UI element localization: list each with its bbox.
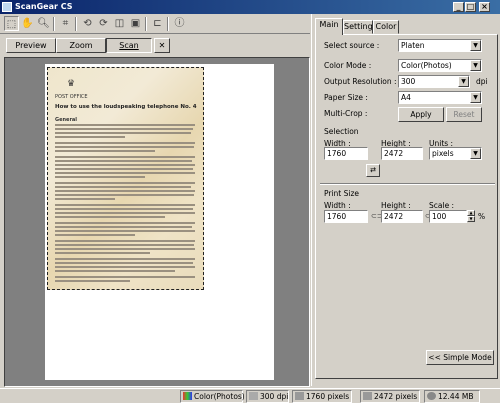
main-tab-panel: Select source : Platen ▼ Color Mode : Co… <box>315 34 498 379</box>
file-size-icon <box>427 392 436 400</box>
toolbar: ⬚ ✋ 🔍︎ ⌗ ⟲ ⟳ ◫ ▣ ⊏ ⓘ <box>0 14 310 34</box>
toolbar-separator <box>53 17 55 31</box>
units-dropdown[interactable]: pixels ▼ <box>429 147 482 160</box>
scale-input[interactable]: 100 <box>429 210 467 223</box>
scan-button[interactable]: Scan <box>106 38 152 53</box>
toolbar-separator <box>167 17 169 31</box>
output-resolution-label: Output Resolution : <box>324 77 397 86</box>
auto-crop-icon[interactable]: ⌗ <box>58 16 73 31</box>
preview-button[interactable]: Preview <box>6 38 56 53</box>
status-width-text: 1760 pixels <box>306 392 350 401</box>
crop-frame[interactable] <box>47 67 204 290</box>
info-icon[interactable]: ⓘ <box>172 16 187 31</box>
status-resolution-text: 300 dpi <box>260 392 289 401</box>
apply-button[interactable]: Apply <box>398 107 444 122</box>
zoom-button[interactable]: Zoom <box>56 38 106 53</box>
color-mode-icon <box>183 392 192 400</box>
preview-bar: Preview Zoom Scan ✕ <box>0 35 310 57</box>
window-title: ScanGear CS <box>15 2 73 11</box>
chevron-down-icon: ▼ <box>470 92 481 103</box>
minimize-button[interactable]: _ <box>453 2 464 12</box>
dpi-unit-label: dpi <box>476 77 488 86</box>
multi-crop-label: Multi-Crop : <box>324 109 368 118</box>
print-height-input[interactable]: 2472 <box>381 210 423 223</box>
rotate-left-icon[interactable]: ⟲ <box>80 16 95 31</box>
scale-spinner[interactable]: ▲ ▼ <box>467 210 475 223</box>
toolbar-separator <box>75 17 77 31</box>
status-resolution: 300 dpi <box>246 390 289 403</box>
print-width-label: Width : <box>324 201 351 210</box>
flip-icon[interactable]: ⊏ <box>150 16 165 31</box>
status-color-mode-text: Color(Photos) <box>194 392 245 401</box>
output-resolution-dropdown[interactable]: 300 ▼ <box>398 75 470 88</box>
selection-width-input[interactable]: 1760 <box>324 147 368 160</box>
status-width: 1760 pixels <box>292 390 352 403</box>
width-icon <box>295 392 304 400</box>
title-bar: ScanGear CS _ □ × <box>0 0 500 14</box>
rotate-right-icon[interactable]: ⟳ <box>96 16 111 31</box>
status-color-mode: Color(Photos) <box>180 390 245 403</box>
status-file-size-text: 12.44 MB <box>438 392 474 401</box>
color-mode-label: Color Mode : <box>324 61 372 70</box>
paper-size-value: A4 <box>401 93 411 102</box>
preview-area[interactable]: ♛ POST OFFICE How to use the loudspeakin… <box>4 57 310 387</box>
scale-unit-label: % <box>478 212 486 221</box>
status-bar: Color(Photos) 300 dpi 1760 pixels 2472 p… <box>0 388 500 403</box>
reset-button[interactable]: Reset <box>446 107 482 122</box>
divider <box>320 183 495 185</box>
print-height-label: Height : <box>381 201 411 210</box>
selection-height-input[interactable]: 2472 <box>381 147 423 160</box>
paper-size-label: Paper Size : <box>324 93 368 102</box>
select-source-dropdown[interactable]: Platen ▼ <box>398 39 482 52</box>
app-icon <box>2 2 12 12</box>
chevron-down-icon: ▼ <box>458 76 469 87</box>
hand-icon[interactable]: ✋ <box>20 16 35 31</box>
print-size-label: Print Size <box>324 189 360 198</box>
paper-size-dropdown[interactable]: A4 ▼ <box>398 91 482 104</box>
select-source-value: Platen <box>401 41 425 50</box>
status-height: 2472 pixels <box>360 390 420 403</box>
maximize-button[interactable]: □ <box>465 2 476 12</box>
scale-label: Scale : <box>429 201 455 210</box>
zoom-icon[interactable]: 🔍︎ <box>36 16 51 31</box>
select-frame-icon[interactable]: ⬚ <box>4 16 19 31</box>
clear-icon[interactable]: ▣ <box>128 16 143 31</box>
color-mode-dropdown[interactable]: Color(Photos) ▼ <box>398 59 482 72</box>
tab-color[interactable]: Color <box>373 20 399 34</box>
chevron-down-icon: ▼ <box>470 60 481 71</box>
mirror-icon[interactable]: ◫ <box>112 16 127 31</box>
tab-settings[interactable]: Settings <box>343 20 377 34</box>
clear-preview-button[interactable]: ✕ <box>154 38 170 53</box>
output-resolution-value: 300 <box>401 77 416 86</box>
tab-main[interactable]: Main <box>315 18 343 35</box>
chevron-down-icon: ▼ <box>470 148 481 159</box>
color-mode-value: Color(Photos) <box>401 61 452 70</box>
status-file-size: 12.44 MB <box>424 390 480 403</box>
print-width-input[interactable]: 1760 <box>324 210 368 223</box>
swap-orientation-icon[interactable]: ⇄ <box>366 164 380 177</box>
platen-paper: ♛ POST OFFICE How to use the loudspeakin… <box>45 64 274 380</box>
status-height-text: 2472 pixels <box>374 392 418 401</box>
units-value: pixels <box>432 149 454 158</box>
resolution-icon <box>249 392 258 400</box>
simple-mode-button[interactable]: << Simple Mode <box>426 350 494 365</box>
toolbar-separator <box>145 17 147 31</box>
selection-label: Selection <box>324 127 359 136</box>
height-icon <box>363 392 372 400</box>
close-button[interactable]: × <box>479 2 490 12</box>
settings-panel: Main Settings Color Select source : Plat… <box>311 14 500 386</box>
select-source-label: Select source : <box>324 41 380 50</box>
chevron-down-icon: ▼ <box>470 40 481 51</box>
